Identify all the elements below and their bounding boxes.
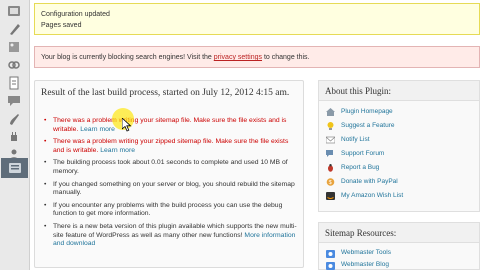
notify-list-link[interactable]: Notify List [325,133,473,147]
link-label: Suggest a Feature [341,122,395,129]
list-item: • There is a new beta version of this plu… [43,223,301,249]
list-item: • There was a problem writing your sitema… [43,117,301,134]
blocking-message: Your blog is currently blocking search e… [41,54,310,61]
mail-icon [326,136,335,144]
about-links-list: Plugin Homepage Suggest a Feature Notify… [319,101,479,207]
link-label: Plugin Homepage [341,108,393,115]
amazon-icon [326,192,335,200]
bullet-icon: • [44,201,47,209]
notice-line: Pages saved [41,22,82,29]
paypal-icon: $ [326,178,335,186]
list-item: • If you encounter any problems with the … [43,202,301,219]
item-text: There was a problem writing your zipped … [53,138,289,154]
about-plugin-title: About this Plugin: [319,81,479,101]
blocking-text-before: Your blog is currently blocking search e… [41,54,214,61]
learn-more-link[interactable]: Learn more [100,147,135,154]
mouse-cursor-icon [122,118,132,132]
bullet-icon: • [44,222,47,230]
suggest-feature-link[interactable]: Suggest a Feature [325,119,473,133]
privacy-settings-link[interactable]: privacy settings [214,54,262,61]
blocking-text-after: to change this. [262,54,310,61]
link-label: Notify List [341,136,370,143]
media-icon[interactable] [6,40,22,54]
svg-text:$: $ [329,180,332,186]
amazon-wishlist-link[interactable]: My Amazon Wish List [325,189,473,203]
build-result-title: Result of the last build process, starte… [41,88,290,98]
list-item: • There was a problem writing your zipped… [43,138,301,155]
settings-updated-notice: Configuration updated Pages saved [34,3,480,35]
bullet-icon: • [44,138,47,146]
resources-links-list: Webmaster Tools Webmaster Blog [319,243,479,270]
link-label: Report a Bug [341,164,380,171]
link-label: Support Forum [341,150,385,157]
item-text: If you encounter any problems with the b… [53,201,283,218]
bullet-icon: • [44,117,47,124]
settings-icon[interactable] [1,158,28,178]
item-text: The building process took about 0.01 sec… [53,159,288,175]
support-forum-link[interactable]: Support Forum [325,147,473,161]
link-label: Donate with PayPal [341,178,398,185]
sitemap-resources-title: Sitemap Resources: [319,223,479,243]
comments-icon[interactable] [6,94,22,108]
link-label: Webmaster Blog [341,261,389,268]
list-item: • If you changed something on your server… [43,181,301,198]
item-text: If you changed something on your server … [53,180,295,197]
search-blocking-notice: Your blog is currently blocking search e… [34,46,480,68]
house-icon [326,108,335,116]
build-result-list: • There was a problem writing your sitema… [43,117,301,253]
forum-icon [326,150,333,157]
bullet-icon: • [44,159,47,167]
sitemap-resources-box: Sitemap Resources: Webmaster Tools Webma… [318,222,480,270]
link-label: My Amazon Wish List [341,192,404,199]
link-label: Webmaster Tools [341,249,391,256]
pages-icon[interactable] [6,76,22,90]
plugin-homepage-link[interactable]: Plugin Homepage [325,105,473,119]
webmaster-tools-link[interactable]: Webmaster Tools [325,247,473,259]
google-icon [326,250,335,258]
links-icon[interactable] [6,58,22,72]
dashboard-icon[interactable] [6,4,22,18]
google-icon [326,262,335,270]
list-item: • The building process took about 0.01 se… [43,159,301,176]
bug-icon [328,164,333,172]
posts-icon[interactable] [6,22,22,36]
admin-sidebar [0,0,30,270]
notice-line: Configuration updated [41,11,110,18]
learn-more-link[interactable]: Learn more [80,126,115,133]
appearance-icon[interactable] [6,112,22,126]
plugins-icon[interactable] [6,130,22,144]
bullet-icon: • [44,180,47,188]
donate-paypal-link[interactable]: $ Donate with PayPal [325,175,473,189]
lightbulb-icon [327,122,334,130]
about-plugin-box: About this Plugin: Plugin Homepage Sugge… [318,80,480,212]
webmaster-blog-link[interactable]: Webmaster Blog [325,259,473,270]
build-result-box: Result of the last build process, starte… [34,80,304,268]
report-bug-link[interactable]: Report a Bug [325,161,473,175]
